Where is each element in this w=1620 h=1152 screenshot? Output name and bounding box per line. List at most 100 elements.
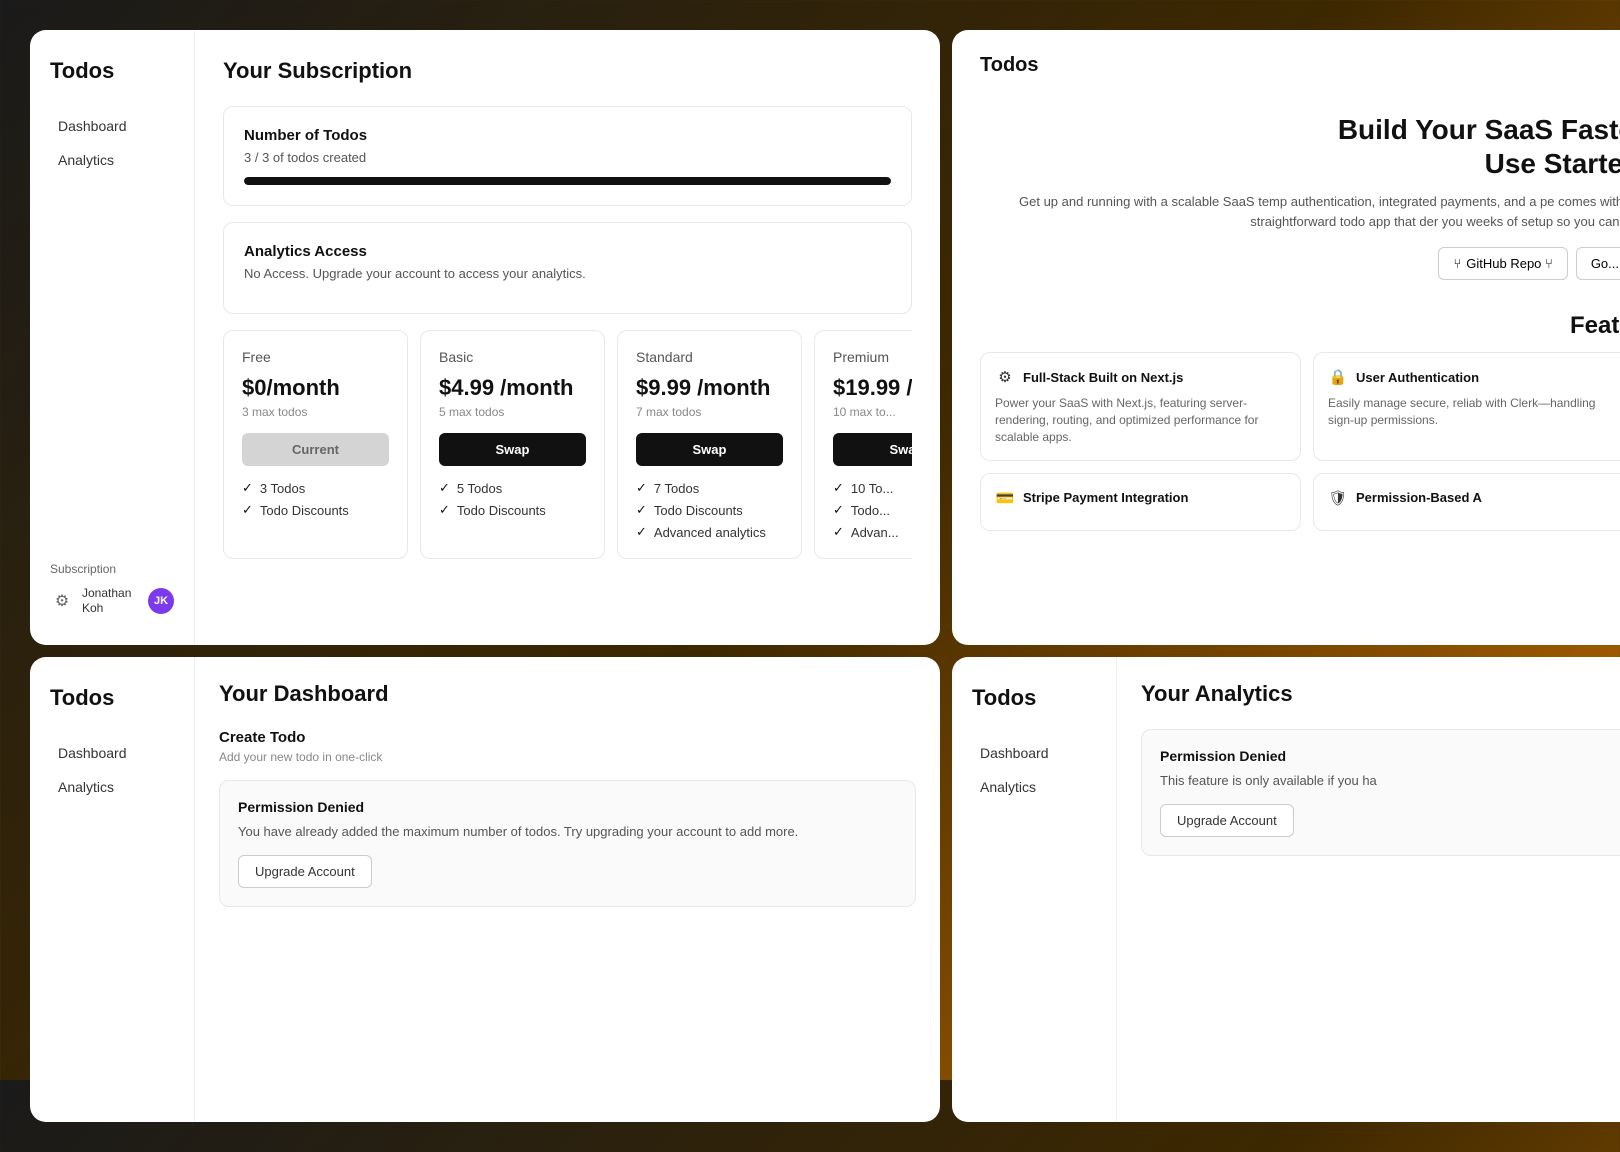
check-icon: ✓ <box>636 480 647 496</box>
plan-basic-price: $4.99 /month <box>439 375 586 401</box>
sidebar-logo: Todos <box>50 58 174 84</box>
landing-buttons: ⑂ GitHub Repo ⑂ Go... <box>980 247 1620 280</box>
permission-denied-card: Permission Denied You have already added… <box>219 780 916 907</box>
analytics-upgrade-account-button[interactable]: Upgrade Account <box>1160 804 1294 837</box>
check-icon: ✓ <box>439 502 450 518</box>
feature-label: 5 Todos <box>457 481 502 496</box>
plan-feature: ✓ Todo Discounts <box>242 502 389 518</box>
analytics-sidebar-item-analytics[interactable]: Analytics <box>972 773 1096 801</box>
go-button[interactable]: Go... <box>1576 247 1620 280</box>
sidebar-user-name: Jonathan Koh <box>82 586 140 617</box>
analytics-sidebar-logo: Todos <box>972 685 1096 711</box>
feature-card-nextjs: ⚙ Full-Stack Built on Next.js Power your… <box>980 352 1301 460</box>
plan-feature: ✓ 5 Todos <box>439 480 586 496</box>
check-icon: ✓ <box>242 502 253 518</box>
analytics-permission-denied-desc: This feature is only available if you ha <box>1160 772 1619 790</box>
dashboard-sidebar-item-dashboard[interactable]: Dashboard <box>50 739 174 767</box>
analytics-permission-denied-title: Permission Denied <box>1160 748 1619 764</box>
github-icon: ⑂ <box>1453 256 1461 271</box>
landing-features-grid: ⚙ Full-Stack Built on Next.js Power your… <box>952 352 1620 550</box>
feature-card-title: Full-Stack Built on Next.js <box>1023 370 1183 385</box>
plan-free-features: ✓ 3 Todos ✓ Todo Discounts <box>242 480 389 518</box>
analytics-sidebar-item-dashboard[interactable]: Dashboard <box>972 739 1096 767</box>
plan-free-name: Free <box>242 349 389 365</box>
analytics-sidebar-nav: Dashboard Analytics <box>972 739 1096 1094</box>
feature-label: 10 To... <box>851 481 893 496</box>
plan-premium-btn[interactable]: Swap <box>833 433 912 466</box>
plan-feature: ✓ Advanced analytics <box>636 524 783 540</box>
plan-standard-name: Standard <box>636 349 783 365</box>
permission-denied-desc: You have already added the maximum numbe… <box>238 823 897 841</box>
plan-free-btn[interactable]: Current <box>242 433 389 466</box>
analytics-access-title: Analytics Access <box>244 243 891 260</box>
permission-denied-title: Permission Denied <box>238 799 897 815</box>
upgrade-account-button[interactable]: Upgrade Account <box>238 855 372 888</box>
pricing-cards: Free $0/month 3 max todos Current ✓ 3 To… <box>223 330 912 559</box>
sidebar-item-analytics[interactable]: Analytics <box>50 146 174 174</box>
create-todo-desc: Add your new todo in one-click <box>219 750 916 764</box>
dashboard-main: Your Dashboard Create Todo Add your new … <box>195 657 940 1122</box>
plan-premium: Premium $19.99 / 10 max to... Swap ✓ 10 … <box>814 330 912 559</box>
landing-hero-desc: Get up and running with a scalable SaaS … <box>980 192 1620 231</box>
check-icon: ✓ <box>242 480 253 496</box>
sidebar-nav: Dashboard Analytics <box>50 112 174 562</box>
plan-basic: Basic $4.99 /month 5 max todos Swap ✓ 5 … <box>420 330 605 559</box>
plan-feature: ✓ 3 Todos <box>242 480 389 496</box>
create-todo-title: Create Todo <box>219 729 916 746</box>
feature-card-title: Stripe Payment Integration <box>1023 490 1188 505</box>
todos-count-title: Number of Todos <box>244 127 891 144</box>
feature-card-header: ⚙ Full-Stack Built on Next.js <box>995 367 1286 387</box>
feature-label: Advanced analytics <box>654 525 766 540</box>
check-icon: ✓ <box>833 524 844 540</box>
check-icon: ✓ <box>833 502 844 518</box>
feature-card-desc: Power your SaaS with Next.js, featuring … <box>995 395 1286 445</box>
plan-feature: ✓ Todo... <box>833 502 912 518</box>
subscription-main: Your Subscription Number of Todos 3 / 3 … <box>195 30 940 645</box>
plan-standard-btn[interactable]: Swap <box>636 433 783 466</box>
nextjs-icon: ⚙ <box>995 367 1015 387</box>
analytics-sidebar: Todos Dashboard Analytics <box>952 657 1117 1122</box>
plan-basic-btn[interactable]: Swap <box>439 433 586 466</box>
feature-card-permissions: 🛡 Permission-Based A <box>1313 473 1620 531</box>
plan-standard-desc: 7 max todos <box>636 405 783 419</box>
github-repo-button[interactable]: ⑂ GitHub Repo ⑂ <box>1438 247 1567 280</box>
dashboard-sidebar-nav: Dashboard Analytics <box>50 739 174 1094</box>
analytics-page-title: Your Analytics <box>1141 681 1620 707</box>
landing-hero-title: Build Your SaaS FasteUse Starter <box>980 113 1620 180</box>
check-icon: ✓ <box>636 524 647 540</box>
plan-feature: ✓ 7 Todos <box>636 480 783 496</box>
analytics-main: Your Analytics Permission Denied This fe… <box>1117 657 1620 1122</box>
shield-icon: 🛡 <box>1328 488 1348 508</box>
feature-label: Todo Discounts <box>654 503 743 518</box>
plan-free-price: $0/month <box>242 375 389 401</box>
feature-card-header: 🔒 User Authentication <box>1328 367 1619 387</box>
dashboard-page-title: Your Dashboard <box>219 681 916 707</box>
sidebar-bottom: Subscription ⚙ Jonathan Koh JK <box>50 562 174 617</box>
todos-progress-bg <box>244 177 891 185</box>
feature-label: Todo Discounts <box>457 503 546 518</box>
landing-panel: Todos Build Your SaaS FasteUse Starter G… <box>952 30 1620 645</box>
subscription-sidebar: Todos Dashboard Analytics Subscription ⚙… <box>30 30 195 645</box>
plan-premium-name: Premium <box>833 349 912 365</box>
sidebar-subscription-label: Subscription <box>50 562 174 576</box>
analytics-permission-denied-card: Permission Denied This feature is only a… <box>1141 729 1620 856</box>
feature-card-title: User Authentication <box>1356 370 1479 385</box>
gear-icon[interactable]: ⚙ <box>50 589 74 613</box>
landing-logo: Todos <box>980 54 1620 77</box>
plan-standard-price: $9.99 /month <box>636 375 783 401</box>
feature-card-stripe: 💳 Stripe Payment Integration <box>980 473 1301 531</box>
dashboard-panel: Todos Dashboard Analytics Your Dashboard… <box>30 657 940 1122</box>
todos-count-section: Number of Todos 3 / 3 of todos created <box>223 106 912 206</box>
todos-count-desc: 3 / 3 of todos created <box>244 150 891 165</box>
feature-label: 3 Todos <box>260 481 305 496</box>
sidebar-user: ⚙ Jonathan Koh JK <box>50 586 174 617</box>
plan-premium-price: $19.99 / <box>833 375 912 401</box>
dashboard-sidebar-item-analytics[interactable]: Analytics <box>50 773 174 801</box>
sidebar-item-dashboard[interactable]: Dashboard <box>50 112 174 140</box>
plan-basic-desc: 5 max todos <box>439 405 586 419</box>
plan-premium-desc: 10 max to... <box>833 405 912 419</box>
plan-feature: ✓ Todo Discounts <box>636 502 783 518</box>
avatar[interactable]: JK <box>148 588 174 614</box>
plan-standard-features: ✓ 7 Todos ✓ Todo Discounts ✓ Advanced an… <box>636 480 783 540</box>
analytics-panel: Todos Dashboard Analytics Your Analytics… <box>952 657 1620 1122</box>
